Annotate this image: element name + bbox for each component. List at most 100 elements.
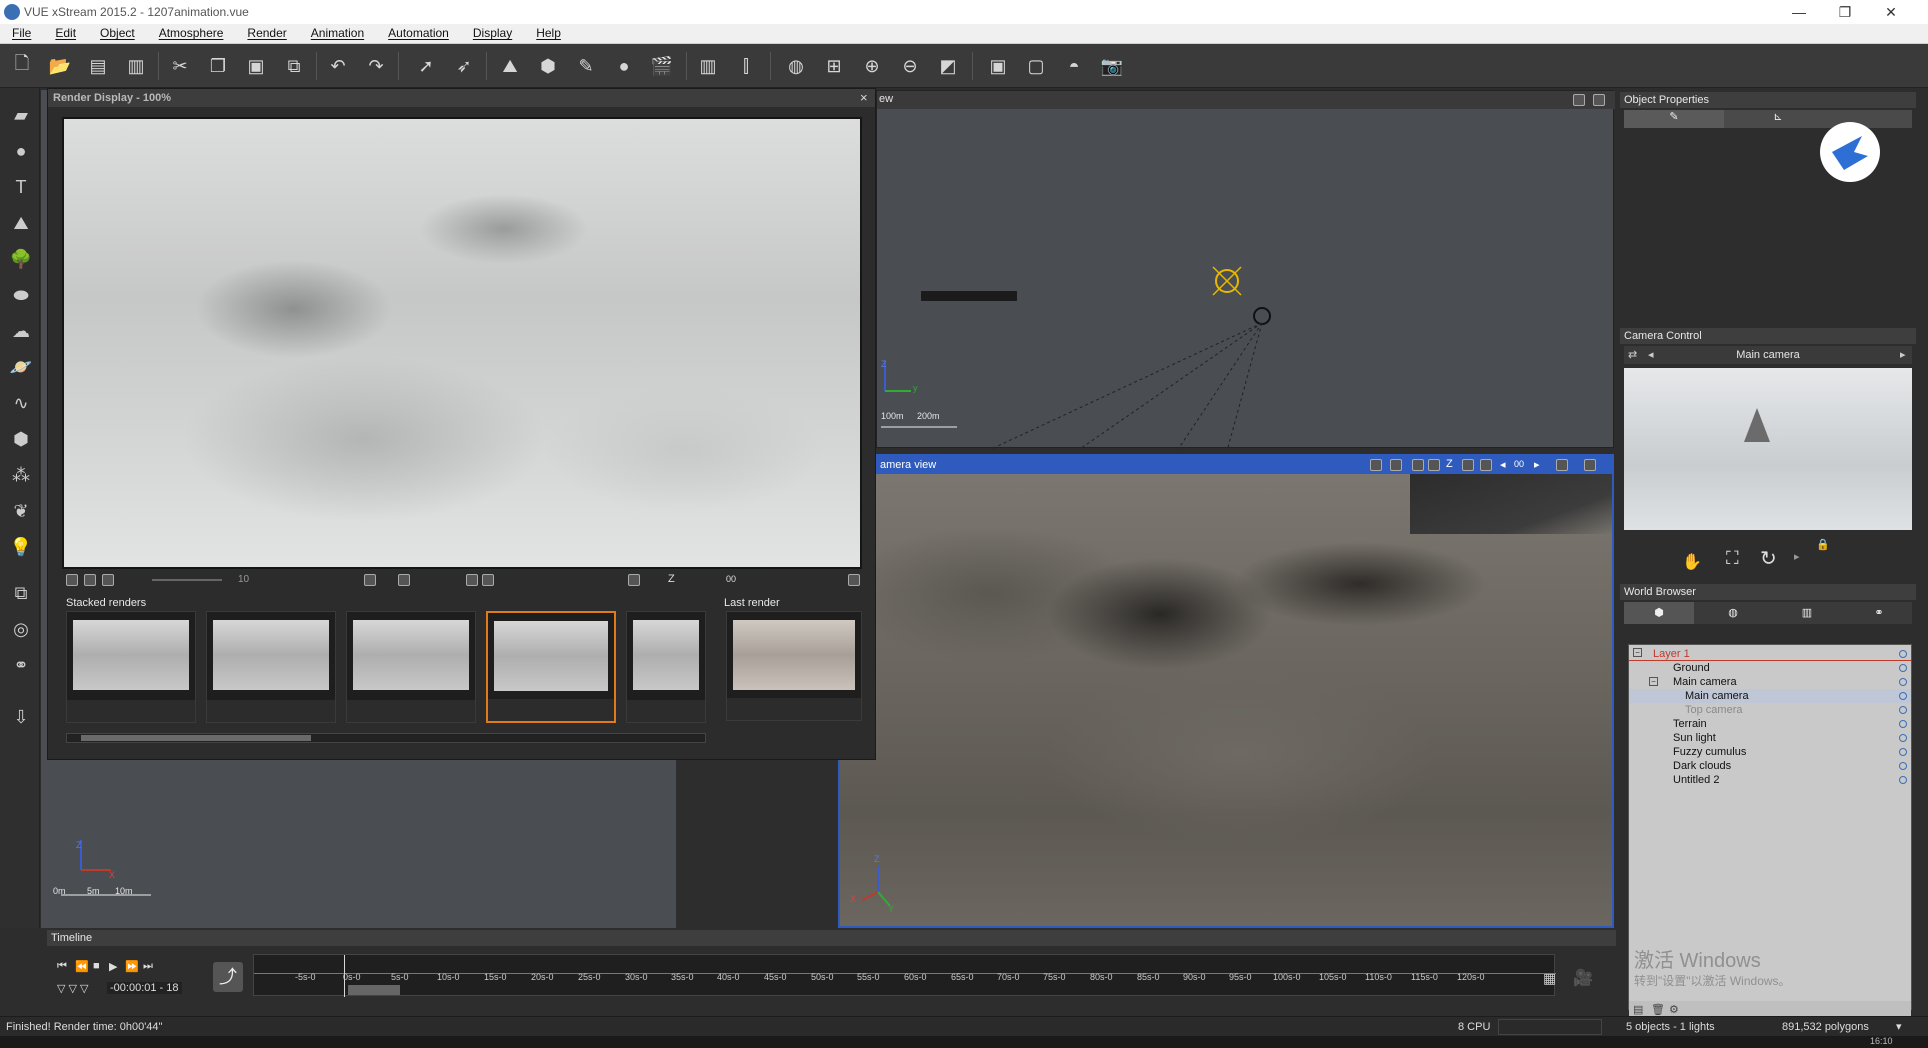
maximize-button[interactable]: ❐: [1830, 2, 1860, 22]
menu-object[interactable]: Object: [100, 24, 135, 40]
tree-row[interactable]: Ground: [1629, 661, 1911, 675]
camera-preview[interactable]: [1624, 368, 1912, 530]
stop-icon[interactable]: ■: [93, 960, 100, 972]
visibility-eye-icon[interactable]: [1899, 692, 1907, 700]
camera-snapshot-icon[interactable]: 📷: [1098, 52, 1126, 80]
sphere-tool-icon[interactable]: ●: [8, 138, 34, 164]
visibility-eye-icon[interactable]: [1899, 734, 1907, 742]
top-viewport[interactable]: ew Z y 100m 200m: [876, 90, 1615, 449]
render-alpha-icon[interactable]: [66, 574, 78, 586]
cam-vp-prev-icon[interactable]: ◂: [1500, 458, 1506, 471]
select-multiple-icon[interactable]: ➶: [450, 52, 478, 80]
stacked-render-thumb-selected[interactable]: [486, 611, 616, 723]
stacked-render-thumb[interactable]: [626, 611, 706, 723]
stacked-renders-scrollbar[interactable]: [66, 733, 706, 743]
go-end-icon[interactable]: ⏭: [143, 960, 153, 973]
world-icon[interactable]: ◍: [782, 52, 810, 80]
camera-viewport[interactable]: amera view Z ◂ 00 ▸ Z X Y: [838, 454, 1614, 928]
pan-icon[interactable]: ◩: [934, 52, 962, 80]
close-window-button[interactable]: ✕: [1876, 2, 1906, 22]
wb-delete-icon[interactable]: 🗑: [1651, 1003, 1665, 1016]
wb-new-layer-icon[interactable]: ▤: [1633, 1003, 1643, 1016]
tab-general[interactable]: ✎: [1624, 110, 1724, 128]
object-library-icon[interactable]: ⬢: [8, 426, 34, 452]
timeline-camera-icon[interactable]: 🎥: [1573, 968, 1593, 988]
tree-row[interactable]: Terrain: [1629, 717, 1911, 731]
render-delete-icon[interactable]: [398, 574, 410, 586]
timeline-time-field[interactable]: -00:00:01 - 18: [107, 982, 182, 994]
stacked-render-thumb[interactable]: [206, 611, 336, 723]
menu-file[interactable]: File: [12, 24, 31, 40]
render-display-close-button[interactable]: ×: [860, 90, 868, 105]
visibility-eye-icon[interactable]: [1899, 748, 1907, 756]
tree-row[interactable]: Fuzzy cumulus: [1629, 745, 1911, 759]
clapboard-icon[interactable]: 🎬: [648, 52, 676, 80]
status-dropdown-icon[interactable]: ▾: [1896, 1020, 1902, 1033]
tree-row[interactable]: − Main camera: [1629, 675, 1911, 689]
cam-vp-render-icon[interactable]: [1370, 459, 1382, 471]
visibility-eye-icon[interactable]: [1899, 776, 1907, 784]
particles-tool-icon[interactable]: ⁂: [8, 462, 34, 488]
menu-automation[interactable]: Automation: [388, 24, 449, 40]
render-area-icon[interactable]: ▢: [1022, 52, 1050, 80]
tab-numerics[interactable]: ⊾: [1728, 110, 1828, 128]
select-pointer-icon[interactable]: ➚: [412, 52, 440, 80]
cam-vp-layers-icon[interactable]: [1480, 459, 1492, 471]
light-tool-icon[interactable]: 💡: [8, 534, 34, 560]
render-frame-icon[interactable]: [628, 574, 640, 586]
redo-icon[interactable]: ↷: [362, 52, 390, 80]
copy-icon[interactable]: ❐: [204, 52, 232, 80]
visibility-eye-icon[interactable]: [1899, 664, 1907, 672]
play-icon[interactable]: ▶: [109, 960, 117, 973]
render-zoom-in-icon[interactable]: [466, 574, 478, 586]
cam-vp-grid-icon[interactable]: [1462, 459, 1474, 471]
tab-library[interactable]: ▥: [1772, 602, 1842, 624]
tree-row[interactable]: Sun light: [1629, 731, 1911, 745]
menu-help[interactable]: Help: [536, 24, 561, 40]
last-render-thumb[interactable]: [726, 611, 862, 721]
scrollbar-thumb[interactable]: [81, 735, 311, 741]
group-icon[interactable]: ⧉: [8, 580, 34, 606]
open-file-icon[interactable]: 📂: [46, 52, 74, 80]
ecosystem-tool-icon[interactable]: ❦: [8, 498, 34, 524]
tree-row[interactable]: Dark clouds: [1629, 759, 1911, 773]
spline-tool-icon[interactable]: ∿: [8, 390, 34, 416]
visibility-eye-icon[interactable]: [1899, 678, 1907, 686]
export-icon[interactable]: ⇩: [8, 704, 34, 730]
tab-objects[interactable]: ⬢: [1624, 602, 1694, 624]
cam-vp-next-icon[interactable]: ▸: [1534, 458, 1540, 471]
cloud-tool-icon[interactable]: ☁: [8, 318, 34, 344]
render-zoom-out-icon[interactable]: [482, 574, 494, 586]
camera-move-icon[interactable]: ▸: [1794, 550, 1800, 563]
timeline-clapboard-icon[interactable]: ▦: [1543, 970, 1556, 987]
plant-tool-icon[interactable]: 🌳: [8, 246, 34, 272]
plane-tool-icon[interactable]: ▰: [8, 102, 34, 128]
link-icon[interactable]: ⚭: [8, 652, 34, 678]
keyframe-filter-icon[interactable]: ▽ ▽ ▽: [57, 982, 89, 995]
visibility-eye-icon[interactable]: [1899, 720, 1907, 728]
camera-selector[interactable]: ⇄ ◂ Main camera ▸: [1624, 346, 1912, 364]
visibility-eye-icon[interactable]: [1899, 650, 1907, 658]
tab-materials[interactable]: ◍: [1698, 602, 1768, 624]
cut-icon[interactable]: ✂: [166, 52, 194, 80]
menu-atmosphere[interactable]: Atmosphere: [159, 24, 224, 40]
paste-icon[interactable]: ▣: [242, 52, 270, 80]
visibility-eye-icon[interactable]: [1899, 706, 1907, 714]
go-start-icon[interactable]: ⏮: [57, 960, 67, 973]
next-frame-icon[interactable]: ⏩: [125, 960, 139, 973]
animation-wizard-icon[interactable]: ⤴: [213, 962, 243, 992]
tree-row[interactable]: Untitled 2: [1629, 773, 1911, 787]
terrain-tool-icon[interactable]: ⛰: [8, 210, 34, 236]
undo-icon[interactable]: ↶: [324, 52, 352, 80]
text-tool-icon[interactable]: T: [8, 174, 34, 200]
menu-display[interactable]: Display: [473, 24, 512, 40]
object-tool-icon[interactable]: ⬢: [534, 52, 562, 80]
save-icon[interactable]: ▤: [84, 52, 112, 80]
render-zoom-slider[interactable]: [152, 579, 222, 581]
camera-rotate-icon[interactable]: ↻: [1760, 546, 1777, 571]
zoom-out-icon[interactable]: ⊖: [896, 52, 924, 80]
stacked-render-thumb[interactable]: [66, 611, 196, 723]
render-compare-icon[interactable]: [102, 574, 114, 586]
cam-vp-dot-icon[interactable]: [1428, 459, 1440, 471]
render-sphere-icon[interactable]: ◓: [1060, 52, 1088, 80]
